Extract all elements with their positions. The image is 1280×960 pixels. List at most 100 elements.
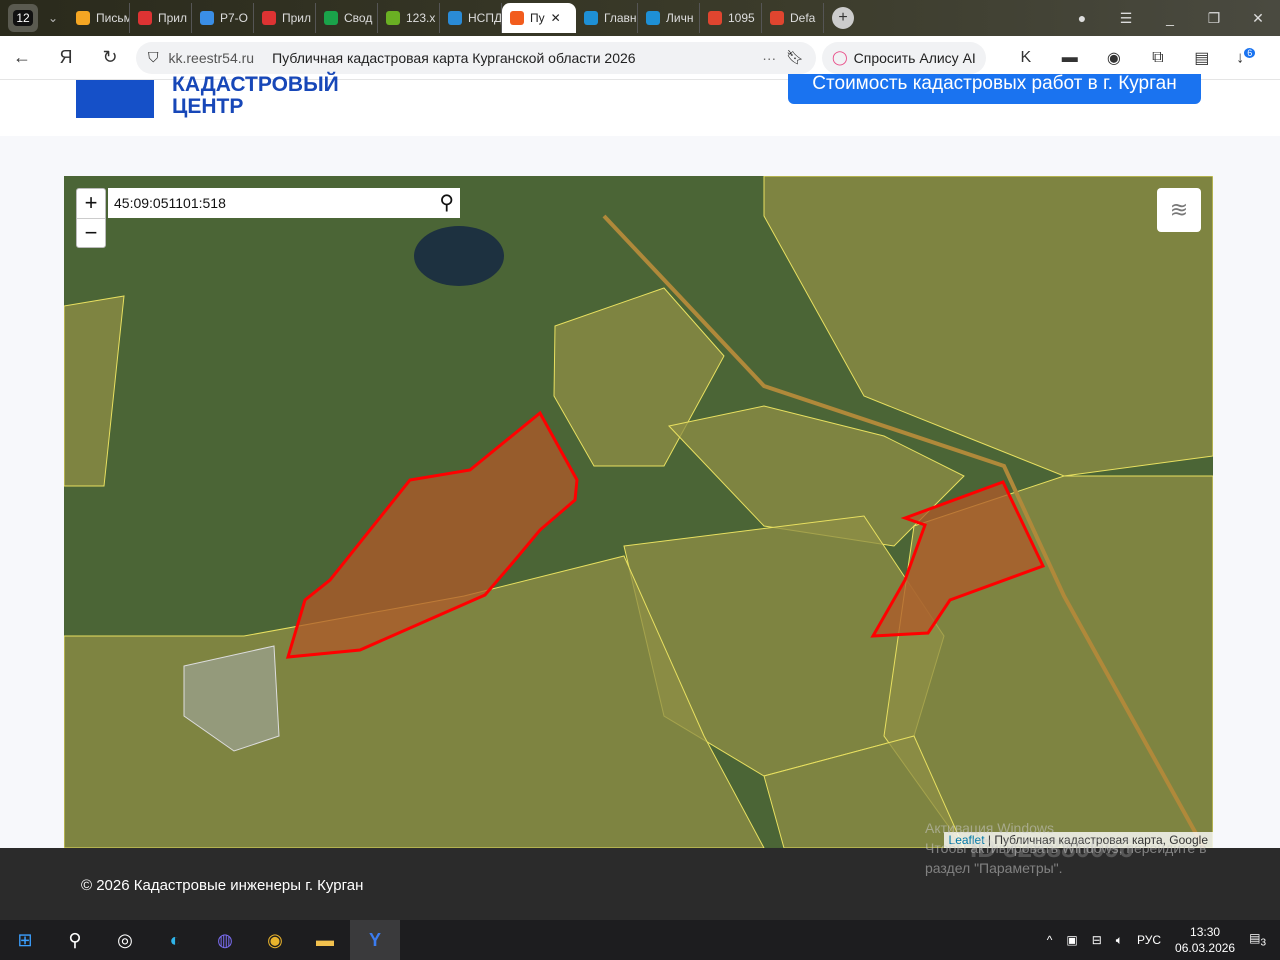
browser-tab[interactable]: Прил — [254, 3, 316, 33]
tab-label: Defa — [790, 11, 816, 25]
zoom-in-button[interactable]: + — [77, 189, 105, 218]
tab-label: Свод — [344, 11, 373, 25]
lake — [414, 226, 504, 286]
browser-tab[interactable]: 123.x — [378, 3, 440, 33]
language-indicator[interactable]: РУС — [1137, 933, 1161, 947]
map-imagery — [64, 176, 1213, 848]
alice-icon: ◯ — [832, 49, 848, 65]
yandex-browser-icon[interactable]: Y — [350, 920, 400, 960]
restore-button[interactable]: ❐ — [1192, 0, 1236, 36]
tab-label: Главн — [604, 11, 637, 25]
browser-tab[interactable]: Свод — [316, 3, 378, 33]
tab-label: Прил — [158, 11, 188, 25]
zoom-out-button[interactable]: − — [77, 218, 105, 247]
chrome-icon[interactable]: ◉ — [250, 920, 300, 960]
tab-favicon-icon — [324, 11, 338, 25]
minimize-button[interactable]: _ — [1148, 0, 1192, 36]
watermark-id: ID 328880096 — [970, 833, 1134, 863]
logo-icon[interactable] — [76, 80, 154, 118]
edge-icon[interactable]: ◐ — [150, 920, 200, 960]
tab-label: 1095 — [728, 11, 755, 25]
footer-copyright: © 2026 Кадастровые инженеры г. Курган — [81, 877, 364, 894]
yandex-icon[interactable]: Я — [44, 47, 88, 68]
address-bar[interactable]: ⛉ kk.reestr54.ru Публичная кадастровая к… — [136, 41, 816, 74]
messenger-icon[interactable]: ◍ — [200, 920, 250, 960]
network-icon[interactable]: ⊟ — [1092, 933, 1102, 947]
logo-text[interactable]: КАДАСТРОВЫЙ ЦЕНТР — [172, 74, 339, 118]
tab-count-button[interactable]: 12 — [8, 4, 38, 32]
site-header: КАДАСТРОВЫЙ ЦЕНТР Стоимость кадастровых р… — [0, 74, 1280, 136]
profile-icon[interactable]: ● — [1060, 0, 1104, 36]
cadastral-search-input[interactable]: 45:09:051101:518 ⚲ — [108, 188, 460, 218]
tab-count: 12 — [13, 10, 33, 26]
tab-favicon-icon — [200, 11, 214, 25]
tab-favicon-icon — [584, 11, 598, 25]
browser-tab[interactable]: НСПД — [440, 3, 502, 33]
browser-tab[interactable]: 1095 — [700, 3, 762, 33]
date: 06.03.2026 — [1175, 941, 1236, 955]
browser-tab[interactable]: Defa — [762, 3, 824, 33]
browser-tab[interactable]: Главн — [576, 3, 638, 33]
alice-label: Спросить Алису AI — [853, 49, 976, 66]
url-domain: kk.reestr54.ru — [168, 49, 255, 66]
clock[interactable]: 13:30 06.03.2026 — [1175, 924, 1235, 956]
extensions-icon[interactable]: ⧉ — [1136, 49, 1180, 67]
tab-label: Личн — [666, 11, 694, 25]
page-title: Публичная кадастровая карта Курганской о… — [272, 49, 636, 66]
tab-favicon-icon — [770, 11, 784, 25]
volume-icon[interactable]: 🔈︎ — [1116, 933, 1123, 948]
tab-favicon-icon — [76, 11, 90, 25]
close-window-button[interactable]: ✕ — [1236, 0, 1280, 36]
browser-tab[interactable]: Письма — [68, 3, 130, 33]
zoom-control: + − — [76, 188, 106, 248]
downloads-badge: 6 — [1244, 47, 1256, 58]
tab-label: Прил — [282, 11, 312, 25]
logo-line1: КАДАСТРОВЫЙ — [172, 73, 339, 96]
chevron-down-icon[interactable]: ⌄ — [38, 11, 68, 25]
tab-favicon-icon — [262, 11, 276, 25]
tray-expand-icon[interactable]: ^ — [1047, 933, 1053, 947]
browser-tab[interactable]: Пу ✕ — [502, 3, 576, 33]
camera-icon[interactable]: ▣ — [1066, 933, 1077, 947]
downloads-icon[interactable]: ↓ 6 — [1224, 47, 1268, 67]
tab-favicon-icon — [510, 11, 524, 25]
back-button[interactable]: ← — [0, 47, 44, 68]
tab-favicon-icon — [646, 11, 660, 25]
app-icon[interactable]: ◎ — [100, 920, 150, 960]
more-icon[interactable]: ··· — [762, 50, 776, 66]
tab-label: НСПД — [468, 11, 502, 25]
extension-doc-icon[interactable]: ▤ — [1180, 48, 1224, 68]
extension-k-icon[interactable]: K — [1004, 49, 1048, 67]
tab-favicon-icon — [448, 11, 462, 25]
extension-badge-icon[interactable]: ◉ — [1092, 48, 1136, 68]
search-icon[interactable]: ⚲ — [439, 190, 454, 215]
browser-tab-bar: 12 ⌄ Письма Прил Р7-О Прил Свод 123.x НСПД Пу ✕ Г… — [0, 0, 1280, 36]
notifications-icon[interactable]: ▤3 — [1249, 931, 1266, 948]
search-value: 45:09:051101:518 — [114, 195, 226, 211]
folder-icon[interactable]: ▬ — [300, 920, 350, 960]
tab-close-icon[interactable]: ✕ — [551, 11, 561, 25]
tab-favicon-icon — [138, 11, 152, 25]
browser-tab[interactable]: Прил — [130, 3, 192, 33]
browser-tab[interactable]: Личн — [638, 3, 700, 33]
menu-icon[interactable]: ☰ — [1104, 0, 1148, 36]
tab-favicon-icon — [386, 11, 400, 25]
windows-taskbar: ⊞ ⚲ ◎ ◐ ◍ ◉ ▬ Y ^ ▣ ⊟ 🔈︎ РУС 13:30 06.03.… — [0, 920, 1280, 960]
reload-button[interactable]: ↻ — [88, 47, 132, 68]
tab-label: Пу — [530, 11, 545, 25]
time: 13:30 — [1190, 925, 1221, 939]
cadastral-map[interactable]: + − 45:09:051101:518 ⚲ ≋ Leaflet | Публи… — [64, 176, 1213, 848]
layers-icon[interactable]: ≋ — [1157, 188, 1201, 232]
bookmark-icon[interactable]: 🔖︎ — [786, 49, 804, 66]
start-icon[interactable]: ⊞ — [0, 920, 50, 960]
shield-icon[interactable]: ⛉ — [148, 49, 159, 66]
search-icon[interactable]: ⚲ — [50, 920, 100, 960]
new-tab-button[interactable]: + — [832, 7, 854, 29]
tab-favicon-icon — [708, 11, 722, 25]
browser-tab[interactable]: Р7-О — [192, 3, 254, 33]
logo-line2: ЦЕНТР — [172, 95, 244, 118]
ask-alice-button[interactable]: ◯ Спросить Алису AI — [822, 41, 986, 74]
extension-shield-icon[interactable]: ▬ — [1048, 49, 1092, 67]
cta-button[interactable]: Стоимость кадастровых работ в г. Курган — [788, 74, 1201, 104]
tab-label: 123.x — [406, 11, 436, 25]
